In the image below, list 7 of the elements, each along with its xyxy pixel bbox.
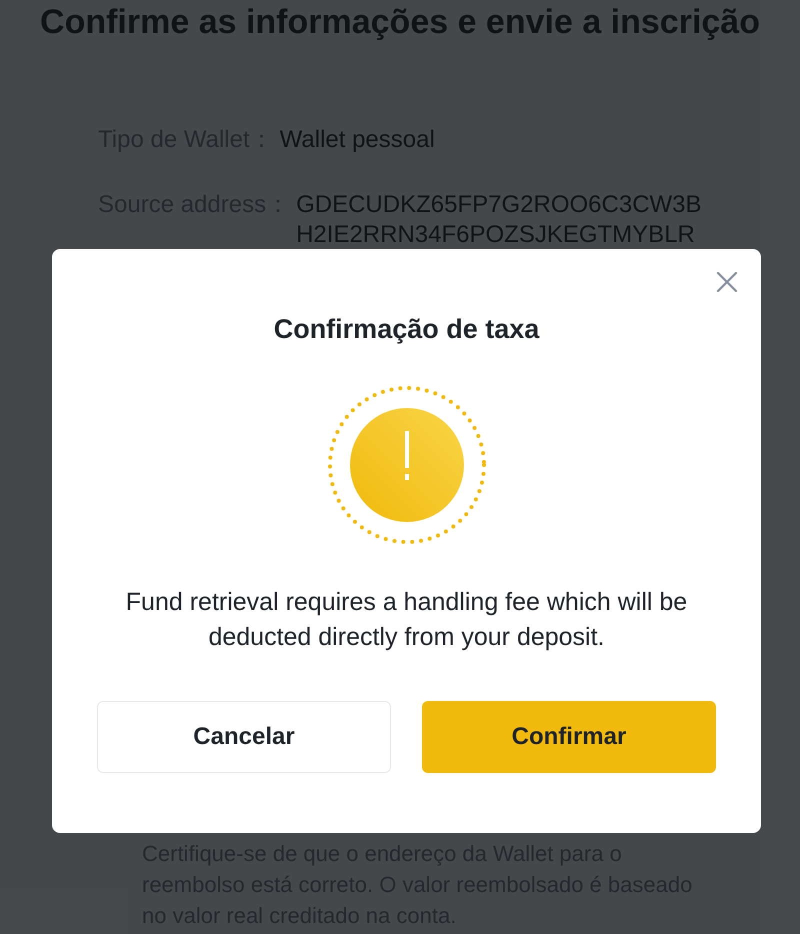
close-button[interactable] xyxy=(714,269,740,295)
dialog-title: Confirmação de taxa xyxy=(274,313,540,346)
dialog-message: Fund retrieval requires a handling fee which will be deducted directly from your deposit. xyxy=(124,587,688,653)
close-icon xyxy=(716,271,738,293)
warning-icon xyxy=(326,385,486,545)
cancel-button[interactable]: Cancelar xyxy=(97,701,391,773)
confirm-button[interactable]: Confirmar xyxy=(422,701,716,773)
